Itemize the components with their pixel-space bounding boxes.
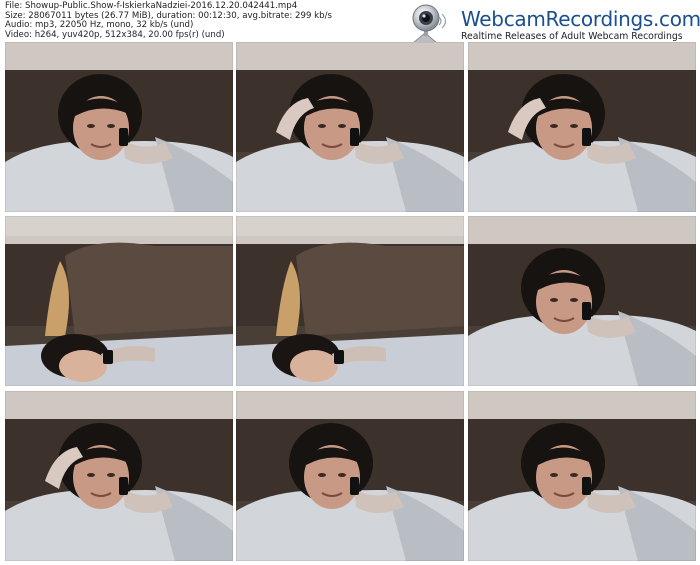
thumbnail-image [5, 42, 233, 212]
thumbnail-image [468, 216, 696, 386]
thumbnail-grid [0, 0, 700, 565]
video-thumbnail [468, 42, 696, 212]
thumbnail-image [5, 391, 233, 561]
thumbnail-image [5, 216, 233, 386]
video-thumbnail [5, 216, 233, 386]
thumbnail-image [236, 216, 464, 386]
thumbnail-image [468, 391, 696, 561]
thumbnail-image [236, 42, 464, 212]
video-thumbnail [468, 391, 696, 561]
thumbnail-image [236, 391, 464, 561]
video-thumbnail [5, 391, 233, 561]
video-thumbnail [5, 42, 233, 212]
thumbnail-image [468, 42, 696, 212]
video-thumbnail [468, 216, 696, 386]
video-thumbnail [236, 42, 464, 212]
video-thumbnail [236, 391, 464, 561]
video-thumbnail [236, 216, 464, 386]
